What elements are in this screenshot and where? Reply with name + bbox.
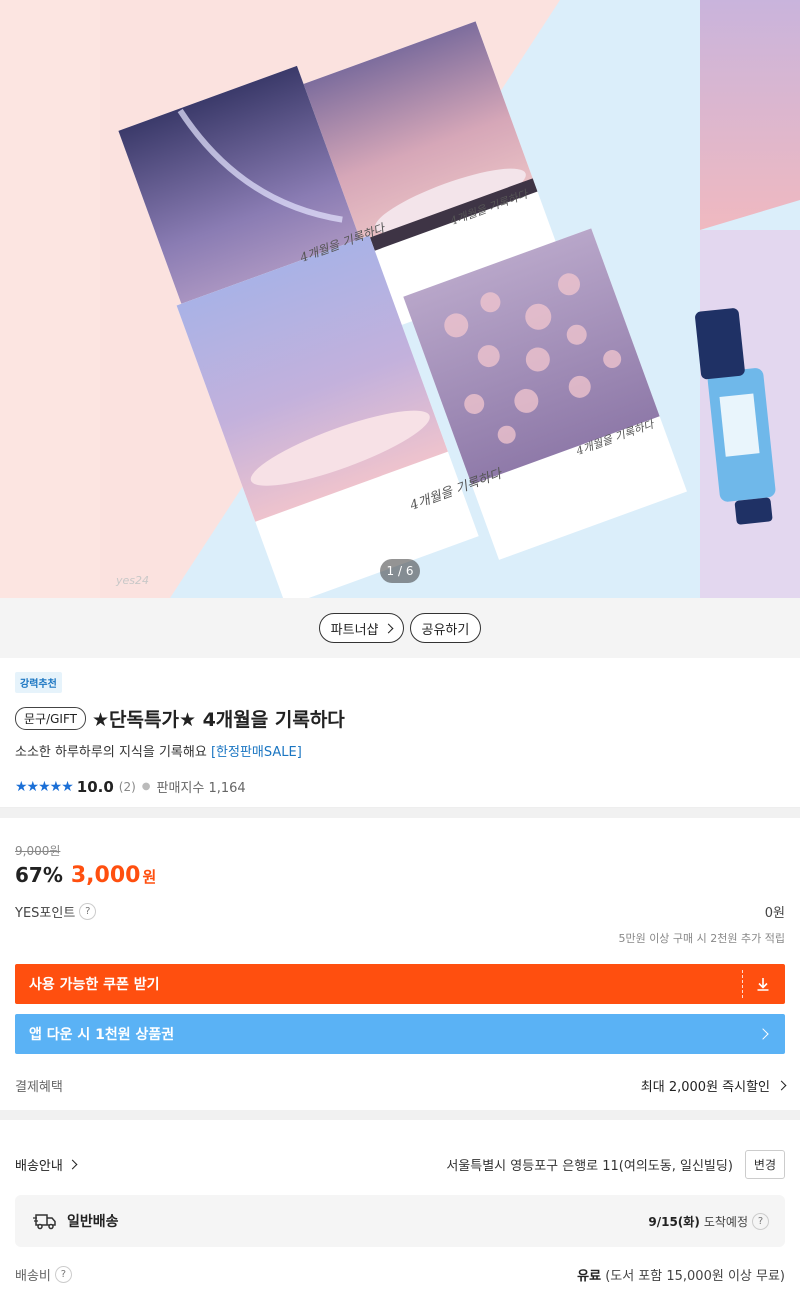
point-value: 0원 [764,906,785,921]
watermark: yes24 [115,574,149,587]
sale-price: 3,000 [70,863,141,888]
product-photo: 4개월을 기록하다 4개월을 기록하다 4개월을 기록하다 4개월을 기록하다 … [0,0,800,598]
section-divider [0,808,800,818]
delivery-fee-note: (도서 포함 15,000원 이상 무료) [605,1269,785,1284]
delivery-address: 서울특별시 영등포구 은행로 11(여의도동, 일신빌딩) [446,1159,733,1174]
share-button[interactable]: 공유하기 [409,613,482,643]
payment-benefit-label: 결제혜택 [15,1080,63,1095]
app-download-button[interactable]: 앱 다운 시 1천원 상품권 [15,1014,785,1054]
point-label: YES포인트 [15,906,76,921]
star-rating-icon: ★★★★★ [15,778,74,795]
change-address-button[interactable]: 변경 [744,1150,785,1179]
delivery-section: 배송안내 서울특별시 영등포구 은행로 11(여의도동, 일신빌딩) 변경 일반… [0,1120,800,1284]
share-label: 공유하기 [421,622,470,638]
product-title: ★단독특가★ 4개월을 기록하다 [91,709,345,731]
original-price: 9,000원 [15,844,61,858]
chevron-right-icon [67,1159,78,1170]
chevron-right-icon [383,623,393,633]
delivery-fee-strong: 유료 [577,1269,602,1284]
coupon-download-button[interactable]: 사용 가능한 쿠폰 받기 [15,964,785,1004]
section-divider [0,1110,800,1120]
product-title-section: 강력추천 문구/GIFT ★단독특가★ 4개월을 기록하다 소소한 하루하루의 … [0,658,800,808]
discount-rate: 67% [15,863,63,887]
eta-date: 9/15(화) [648,1214,700,1229]
app-button-label: 앱 다운 시 1천원 상품권 [29,1027,175,1043]
delivery-guide-link[interactable]: 배송안내 [15,1155,78,1174]
category-pill[interactable]: 문구/GIFT [15,707,86,730]
dashed-separator [742,970,743,998]
point-row: YES포인트 ? 0원 [15,902,785,921]
help-icon[interactable]: ? [79,903,97,920]
action-row: 파트너샵 공유하기 [0,598,800,658]
help-icon[interactable]: ? [54,1266,72,1283]
delivery-fee-label: 배송비 [15,1269,51,1284]
subtitle-highlight: [한정판매SALE] [210,745,302,760]
subtitle-text: 소소한 하루하루의 지식을 기록해요 [15,745,207,760]
partner-shop-label: 파트너샵 [330,622,379,638]
payment-benefit-row[interactable]: 결제혜택 최대 2,000원 즉시할인 [15,1076,787,1095]
point-note: 5만원 이상 구매 시 2천원 추가 적립 [618,932,785,945]
delivery-type-box: 일반배송 9/15(화) 도착예정 ? [15,1195,785,1247]
rating-score: 10.0 [76,777,114,796]
download-icon [757,978,769,991]
image-counter: 1 / 6 [380,559,420,583]
recommend-badge: 강력추천 [15,672,62,693]
review-count[interactable]: (2) [119,780,136,794]
price-section: 9,000원 67% 3,000 원 YES포인트 ? 0원 5만원 이상 구매… [0,818,800,1110]
chevron-right-icon [757,1028,769,1040]
rating-row: ★★★★★ 10.0 (2) ● 판매지수 1,164 [15,777,785,797]
product-subtitle: 소소한 하루하루의 지식을 기록해요 [한정판매SALE] [15,741,785,760]
price-currency: 원 [142,868,157,886]
price-row: 67% 3,000 원 [15,863,785,888]
delivery-fee-row: 배송비 ? 유료 (도서 포함 15,000원 이상 무료) [15,1265,785,1284]
partner-shop-button[interactable]: 파트너샵 [318,613,404,643]
chevron-right-icon [776,1080,787,1091]
delivery-guide-label: 배송안내 [15,1159,63,1174]
delivery-truck-icon [33,1214,56,1230]
eta-suffix: 도착예정 [703,1214,748,1229]
delivery-guide-row: 배송안내 서울특별시 영등포구 은행로 11(여의도동, 일신빌딩) 변경 [15,1150,785,1179]
coupon-button-label: 사용 가능한 쿠폰 받기 [29,977,160,993]
delivery-type-label: 일반배송 [67,1214,119,1230]
sales-index: 판매지수 1,164 [156,781,246,796]
product-image-carousel[interactable]: 4개월을 기록하다 4개월을 기록하다 4개월을 기록하다 4개월을 기록하다 … [0,0,800,598]
payment-benefit-value: 최대 2,000원 즉시할인 [640,1080,770,1095]
help-icon[interactable]: ? [752,1212,769,1230]
separator-dot: ● [141,781,151,792]
